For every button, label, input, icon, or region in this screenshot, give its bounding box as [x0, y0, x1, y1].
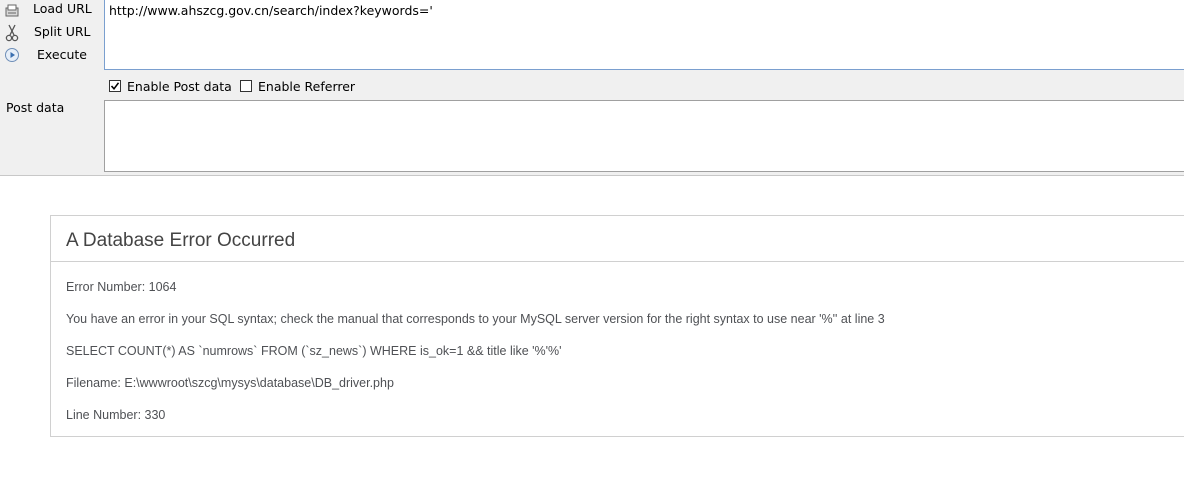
scissors-icon: [3, 24, 21, 42]
url-input-value: http://www.ahszcg.gov.cn/search/index?ke…: [109, 3, 433, 18]
error-filename: Filename: E:\wwwroot\szcg\mysys\database…: [66, 376, 394, 390]
error-divider: [51, 261, 1184, 262]
execute-button[interactable]: Execute: [0, 44, 100, 66]
execute-label: Execute: [37, 47, 87, 62]
url-input[interactable]: http://www.ahszcg.gov.cn/search/index?ke…: [104, 0, 1184, 70]
post-data-input[interactable]: [104, 100, 1184, 172]
load-url-button[interactable]: Load URL: [0, 0, 100, 22]
error-message: You have an error in your SQL syntax; ch…: [66, 312, 885, 326]
checkmark-icon: [110, 82, 120, 91]
enable-post-data-label: Enable Post data: [127, 78, 232, 94]
error-query: SELECT COUNT(*) AS `numrows` FROM (`sz_n…: [66, 344, 562, 358]
document-load-icon: [3, 2, 21, 20]
split-url-button[interactable]: Split URL: [0, 22, 100, 44]
database-error-panel: A Database Error Occurred Error Number: …: [50, 215, 1184, 437]
enable-post-data-option[interactable]: Enable Post data: [109, 78, 232, 94]
enable-referrer-label: Enable Referrer: [258, 78, 356, 94]
load-url-label: Load URL: [33, 1, 92, 16]
split-url-label: Split URL: [34, 24, 91, 39]
enable-referrer-option[interactable]: Enable Referrer: [240, 78, 355, 94]
play-circle-icon: [3, 46, 21, 64]
enable-post-data-checkbox[interactable]: [109, 80, 121, 92]
error-number: Error Number: 1064: [66, 280, 177, 294]
post-data-label: Post data: [6, 100, 65, 115]
enable-referrer-checkbox[interactable]: [240, 80, 252, 92]
error-title: A Database Error Occurred: [66, 230, 296, 251]
error-line-number: Line Number: 330: [66, 408, 166, 422]
hackbar-panel: Load URL Split URL Execute http://www.ah…: [0, 0, 1184, 176]
